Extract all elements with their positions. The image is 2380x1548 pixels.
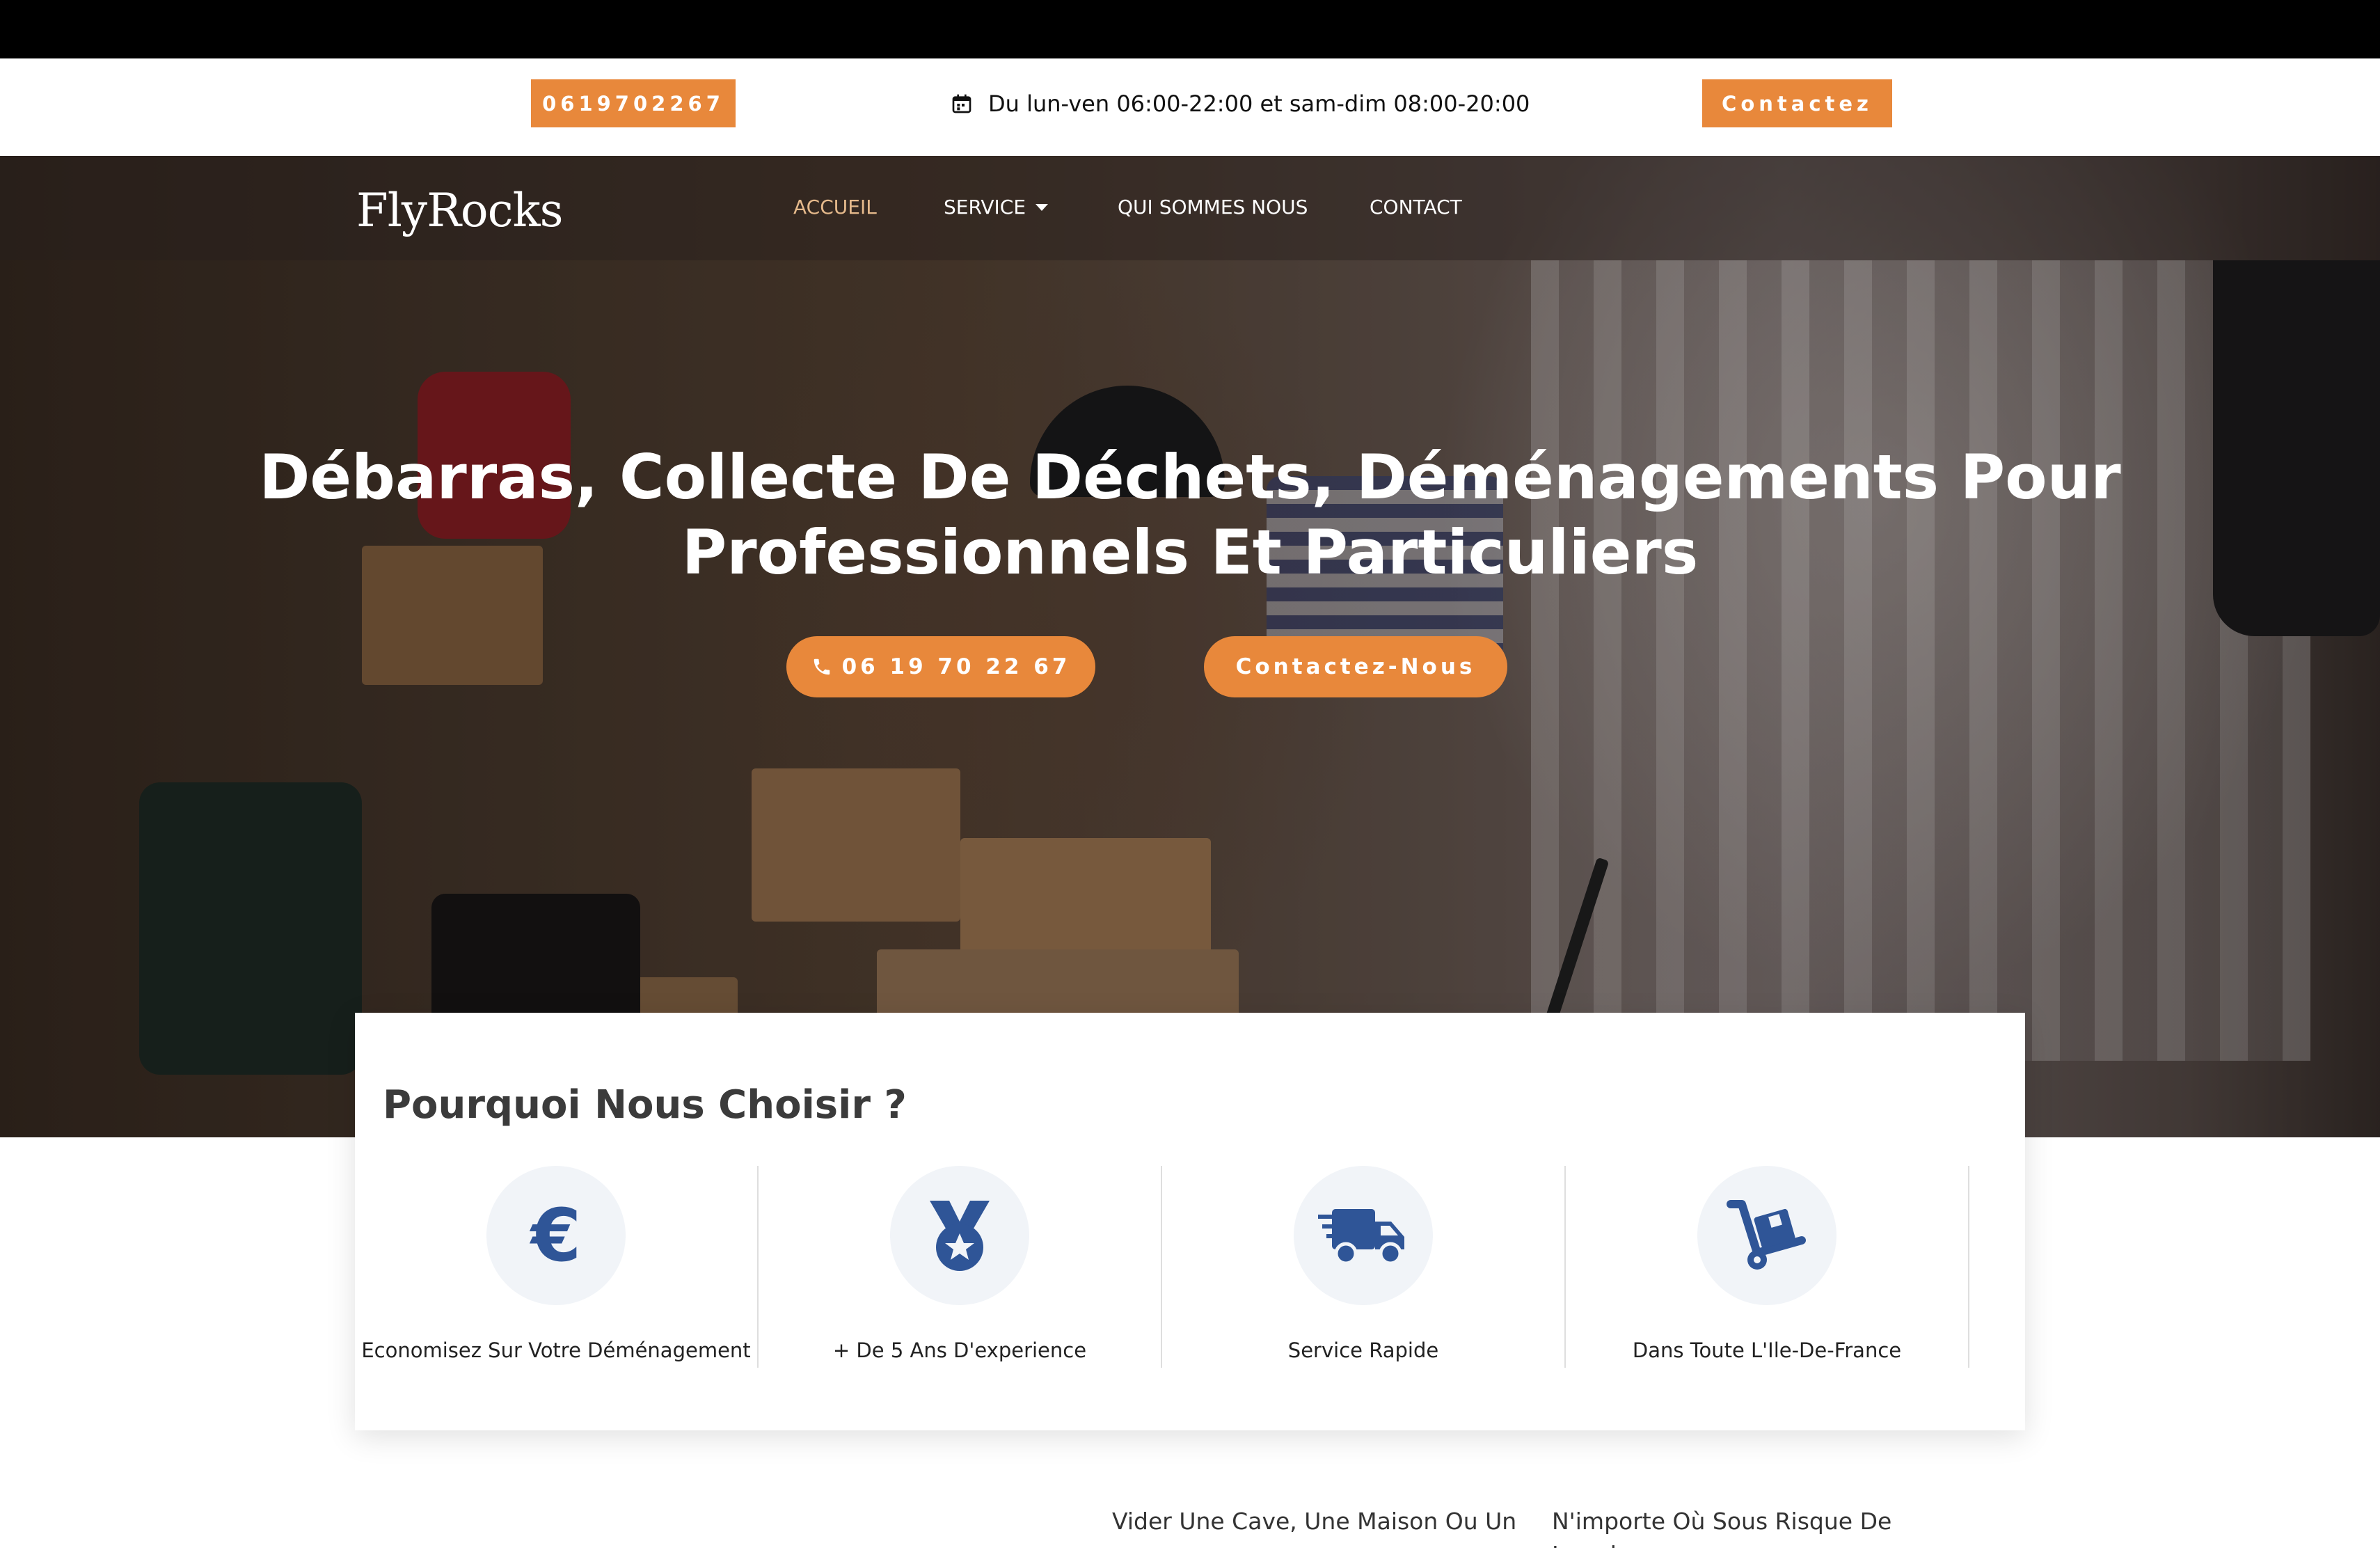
hero-overlay bbox=[0, 156, 2380, 1137]
feature-label: Dans Toute L'Ile-De-France bbox=[1632, 1338, 1902, 1362]
truck-icon bbox=[1318, 1209, 1404, 1265]
site-logo[interactable]: FlyRocks bbox=[356, 184, 563, 237]
nav-item-label: ACCUEIL bbox=[793, 196, 877, 219]
feature-item: Service Rapide bbox=[1162, 1166, 1566, 1368]
nav-item-qui-sommes-nous[interactable]: QUI SOMMES NOUS bbox=[1118, 196, 1308, 219]
feature-item: Dans Toute L'Ile-De-France bbox=[1566, 1166, 1969, 1368]
euro-icon: € bbox=[530, 1201, 581, 1270]
nav-item-label: SERVICE bbox=[944, 196, 1026, 219]
feature-icon-circle bbox=[1294, 1166, 1433, 1305]
feature-item: + De 5 Ans D'experience bbox=[759, 1166, 1162, 1368]
svg-text:€: € bbox=[530, 1201, 581, 1270]
medal-icon bbox=[930, 1201, 990, 1271]
hero-section bbox=[0, 156, 2380, 1137]
section-title: Pourquoi Nous Choisir ? bbox=[383, 1082, 907, 1128]
topbar-phone-button[interactable]: 0619702267 bbox=[531, 79, 736, 127]
hero-contact-label: Contactez-Nous bbox=[1235, 654, 1476, 679]
phone-icon bbox=[814, 658, 830, 675]
service-description: Vider Une Cave, Une Maison Ou Un bbox=[1112, 1508, 1517, 1535]
topbar-contact-button[interactable]: Contactez bbox=[1702, 79, 1892, 127]
why-choose-card: Pourquoi Nous Choisir ? € Economisez Sur… bbox=[355, 1013, 2025, 1430]
hours-text: Du lun-ven 06:00-22:00 et sam-dim 08:00-… bbox=[988, 90, 1530, 117]
nav-item-label: QUI SOMMES NOUS bbox=[1118, 196, 1308, 219]
service-description: N'importe Où Sous Risque De Lourdes bbox=[1552, 1508, 1892, 1548]
calendar-icon bbox=[952, 94, 971, 113]
hero-title-line: Professionnels Et Particuliers bbox=[681, 516, 1699, 588]
feature-icon-circle bbox=[1697, 1166, 1836, 1305]
hero-title-line: Débarras, Collecte De Déchets, Déménagem… bbox=[259, 441, 2121, 513]
nav-item-service[interactable]: SERVICE bbox=[944, 196, 1049, 219]
feature-icon-circle bbox=[890, 1166, 1029, 1305]
feature-label: Service Rapide bbox=[1287, 1338, 1439, 1362]
nav-item-accueil[interactable]: ACCUEIL bbox=[793, 196, 877, 219]
hero-phone-label: 06 19 70 22 67 bbox=[841, 654, 1071, 679]
nav-item-contact[interactable]: CONTACT bbox=[1370, 196, 1462, 219]
hero-title: Débarras, Collecte De Déchets, Déménagem… bbox=[0, 440, 2380, 590]
feature-icon-circle: € bbox=[486, 1166, 626, 1305]
chevron-down-icon bbox=[1036, 203, 1049, 211]
dolly-icon bbox=[1727, 1200, 1806, 1270]
feature-label: Economisez Sur Votre Déménagement bbox=[361, 1338, 751, 1362]
nav-item-label: CONTACT bbox=[1370, 196, 1462, 219]
feature-label: + De 5 Ans D'experience bbox=[832, 1338, 1087, 1362]
hero-phone-button[interactable]: 06 19 70 22 67 bbox=[786, 636, 1095, 697]
browser-top-bar bbox=[0, 0, 2380, 58]
hero-contact-button[interactable]: Contactez-Nous bbox=[1204, 636, 1507, 697]
feature-item: € Economisez Sur Votre Déménagement bbox=[355, 1166, 759, 1368]
opening-hours: Du lun-ven 06:00-22:00 et sam-dim 08:00-… bbox=[951, 84, 1530, 124]
